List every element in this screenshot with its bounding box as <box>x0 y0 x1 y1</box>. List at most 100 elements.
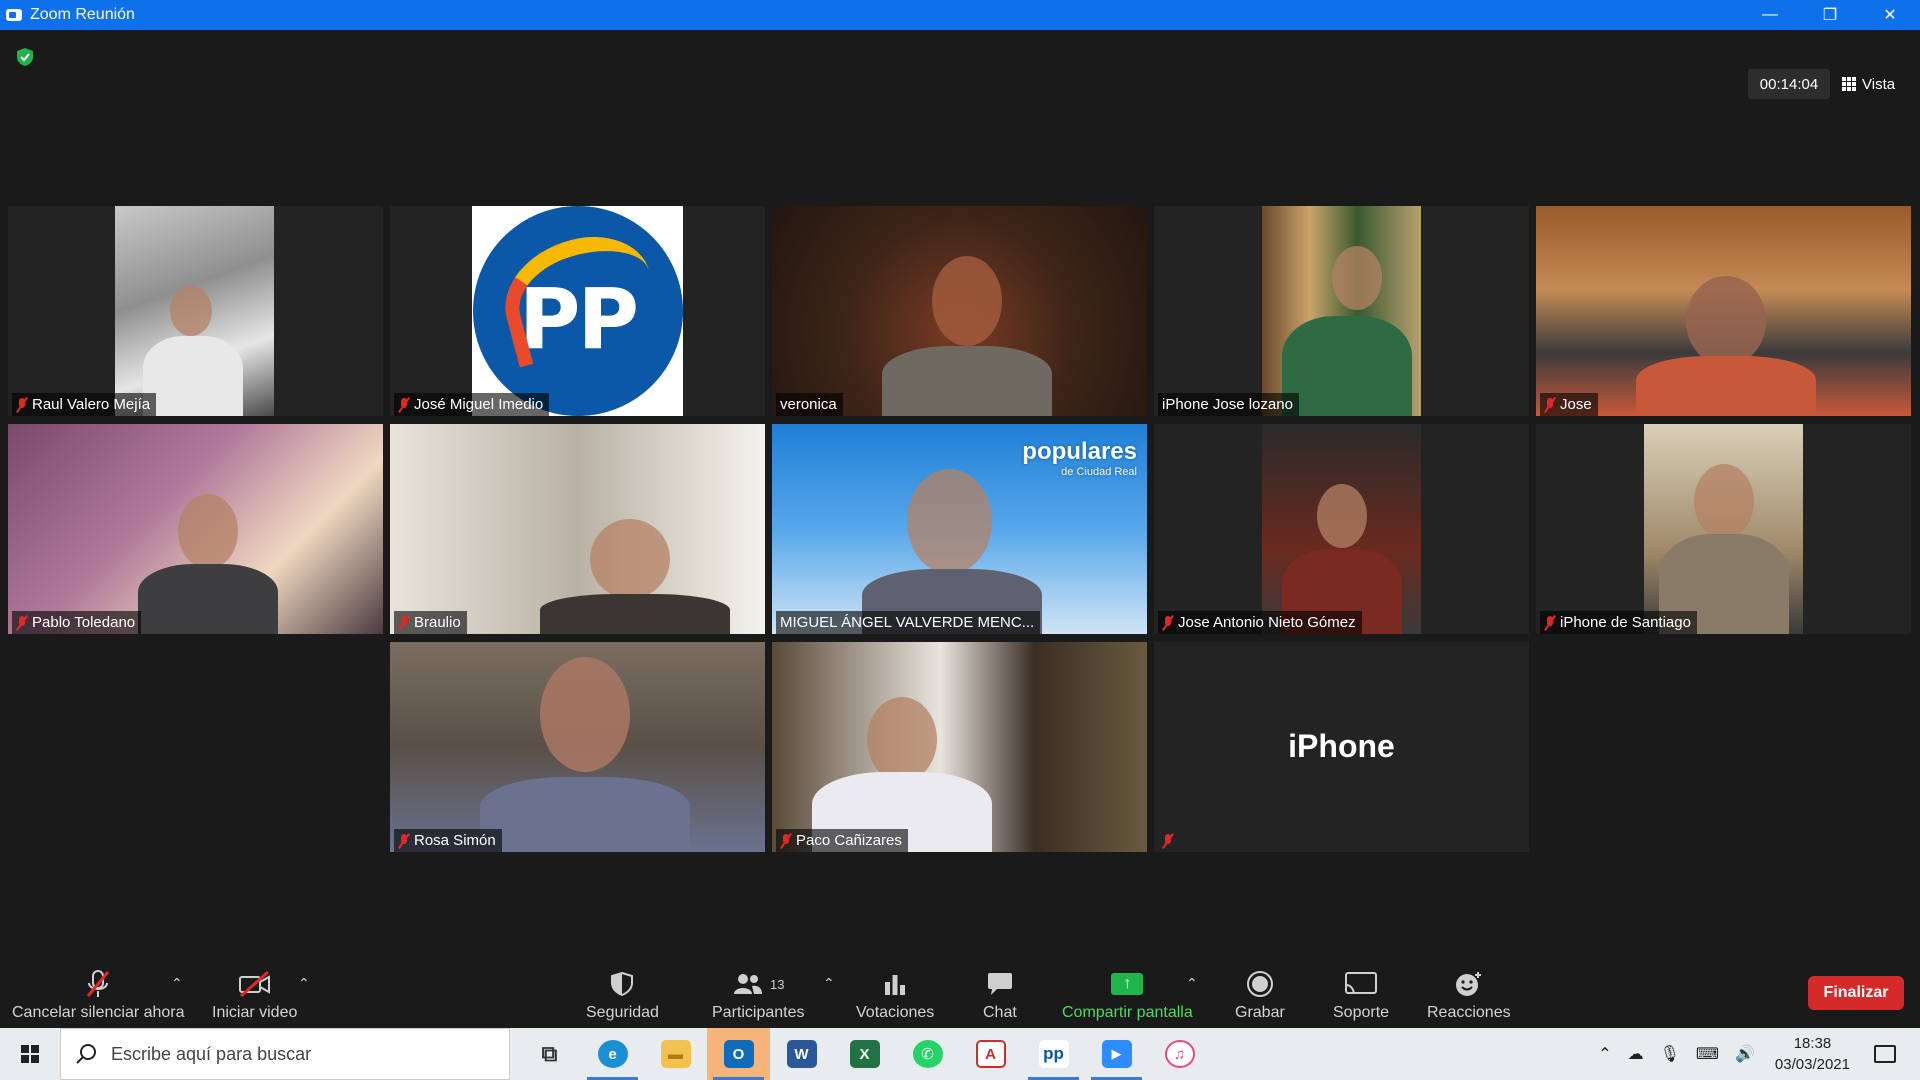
participant-video <box>115 206 274 416</box>
participants-caret-icon[interactable]: ⌃ <box>823 975 835 992</box>
security-button[interactable]: Seguridad <box>586 968 659 1022</box>
record-button[interactable]: Grabar <box>1235 968 1285 1022</box>
mic-muted-icon <box>16 397 28 412</box>
participant-tile[interactable]: iPhone Jose lozano <box>1154 206 1529 416</box>
word-icon: W <box>786 1040 817 1068</box>
zoom-taskbar-button[interactable]: ▶ <box>1085 1028 1148 1080</box>
outlook-taskbar-button[interactable]: O <box>707 1028 770 1080</box>
video-options-caret-icon[interactable]: ⌃ <box>298 975 310 992</box>
pp-logo: PP CIUDAD REAL <box>472 206 683 416</box>
participant-name-tag: iPhone de Santiago <box>1540 611 1697 634</box>
shield-icon <box>610 968 634 1000</box>
participant-tile[interactable]: iPhone <box>1154 642 1529 852</box>
participant-tile[interactable]: PP CIUDAD REAL José Miguel Imedio <box>390 206 765 416</box>
audio-options-caret-icon[interactable]: ⌃ <box>171 975 183 992</box>
title-bar: Zoom Reunión — ❐ ✕ <box>0 0 1920 30</box>
participant-name-tag: Jose <box>1540 393 1598 416</box>
view-button[interactable]: Vista <box>1842 69 1895 99</box>
participant-tile[interactable]: Paco Cañizares <box>772 642 1147 852</box>
taskbar-clock[interactable]: 18:38 03/03/2021 <box>1775 1033 1850 1075</box>
share-screen-button[interactable]: ↑ Compartir pantalla <box>1062 968 1193 1022</box>
mic-muted-icon <box>1162 615 1174 630</box>
microphone-muted-icon <box>85 968 111 1000</box>
minimize-button[interactable]: — <box>1740 0 1800 30</box>
mic-muted-icon <box>398 615 410 630</box>
participant-tile[interactable]: Pablo Toledano <box>8 424 383 634</box>
end-meeting-button[interactable]: Finalizar <box>1808 976 1904 1010</box>
meeting-area: 00:14:04 Vista Raul Valero Mejía PP CIUD… <box>0 30 1920 950</box>
security-shield-icon[interactable] <box>16 47 34 67</box>
mic-muted-icon <box>1544 615 1556 630</box>
mic-muted-icon <box>780 833 792 848</box>
unmute-button[interactable]: Cancelar silenciar ahora <box>12 968 185 1022</box>
record-icon <box>1246 968 1274 1000</box>
participant-video <box>390 424 765 634</box>
participant-name-placeholder: iPhone <box>1288 728 1395 764</box>
network-icon[interactable]: ⌨ <box>1696 1044 1719 1064</box>
meeting-toolbar: Cancelar silenciar ahora ⌃ Iniciar video… <box>0 950 1920 1028</box>
share-caret-icon[interactable]: ⌃ <box>1186 975 1198 992</box>
task-view-button[interactable]: ⧉ <box>518 1028 581 1080</box>
bar-chart-icon <box>882 968 908 1000</box>
whatsapp-taskbar-button[interactable]: ✆ <box>896 1028 959 1080</box>
notification-center-icon[interactable] <box>1874 1045 1896 1063</box>
chat-bubble-icon <box>986 968 1014 1000</box>
pp-app-icon: pp <box>1038 1040 1069 1068</box>
participant-name-tag: Pablo Toledano <box>12 611 142 634</box>
folder-icon: ▬ <box>660 1040 691 1068</box>
participant-name-tag: Rosa Simón <box>394 829 502 852</box>
participant-tile[interactable]: Raul Valero Mejía <box>8 206 383 416</box>
mic-muted-icon <box>1544 397 1556 412</box>
search-icon <box>76 1044 96 1064</box>
itunes-taskbar-button[interactable]: ♫ <box>1148 1028 1211 1080</box>
polls-button[interactable]: Votaciones <box>856 968 934 1022</box>
windows-logo-icon <box>21 1045 39 1063</box>
support-button[interactable]: Soporte <box>1333 968 1389 1022</box>
participant-video <box>1262 424 1421 634</box>
participant-tile[interactable]: veronica <box>772 206 1147 416</box>
window-title: Zoom Reunión <box>30 6 135 23</box>
close-button[interactable]: ✕ <box>1860 0 1920 30</box>
window-controls: — ❐ ✕ <box>1740 0 1920 30</box>
clock-date: 03/03/2021 <box>1774 1056 1850 1073</box>
acrobat-taskbar-button[interactable]: A <box>959 1028 1022 1080</box>
start-video-button[interactable]: Iniciar video <box>212 968 297 1022</box>
pp-taskbar-button[interactable]: pp <box>1022 1028 1085 1080</box>
participant-name-tag: José Miguel Imedio <box>394 393 550 416</box>
system-tray: ⌃ ☁ 🎙 ⌨ 🔊 18:38 03/03/2021 <box>1598 1028 1920 1080</box>
participant-tile[interactable]: Jose Antonio Nieto Gómez <box>1154 424 1529 634</box>
microphone-icon[interactable]: 🎙 <box>1660 1044 1680 1064</box>
excel-icon: X <box>849 1040 880 1068</box>
chat-button[interactable]: Chat <box>983 968 1017 1022</box>
participant-tile[interactable]: Rosa Simón <box>390 642 765 852</box>
taskbar-search-box[interactable]: Escribe aquí para buscar <box>60 1028 510 1080</box>
edge-taskbar-button[interactable]: e <box>581 1028 644 1080</box>
show-hidden-icons-icon[interactable]: ⌃ <box>1598 1044 1611 1064</box>
start-button[interactable] <box>0 1028 60 1080</box>
zoom-app-icon <box>6 9 22 21</box>
windows-taskbar: Escribe aquí para buscar ⧉ e ▬ O W X ✆ A… <box>0 1028 1920 1080</box>
participant-video <box>772 206 1147 416</box>
view-label: Vista <box>1862 75 1896 93</box>
excel-taskbar-button[interactable]: X <box>833 1028 896 1080</box>
participant-tile[interactable]: Braulio <box>390 424 765 634</box>
edge-icon: e <box>597 1040 628 1068</box>
active-speaker-tile[interactable]: populares de Ciudad Real MIGUEL ÁNGEL VAL… <box>772 424 1147 634</box>
participant-tile[interactable]: Jose <box>1536 206 1911 416</box>
zoom-icon: ▶ <box>1101 1040 1132 1068</box>
acrobat-icon: A <box>975 1040 1006 1068</box>
meeting-timer: 00:14:04 <box>1748 69 1830 99</box>
file-explorer-taskbar-button[interactable]: ▬ <box>644 1028 707 1080</box>
volume-icon[interactable]: 🔊 <box>1735 1044 1755 1064</box>
participants-count: 13 <box>770 976 785 992</box>
word-taskbar-button[interactable]: W <box>770 1028 833 1080</box>
participant-tile[interactable]: iPhone de Santiago <box>1536 424 1911 634</box>
participants-button[interactable]: 13 Participantes <box>712 968 805 1022</box>
reactions-button[interactable]: Reacciones <box>1427 968 1511 1022</box>
mic-muted-icon <box>16 615 28 630</box>
participant-name-tag: Paco Cañizares <box>776 829 908 852</box>
participant-video: populares de Ciudad Real <box>772 424 1147 634</box>
restore-button[interactable]: ❐ <box>1800 0 1860 30</box>
onedrive-cloud-icon[interactable]: ☁ <box>1628 1044 1644 1064</box>
participant-video <box>1262 206 1421 416</box>
